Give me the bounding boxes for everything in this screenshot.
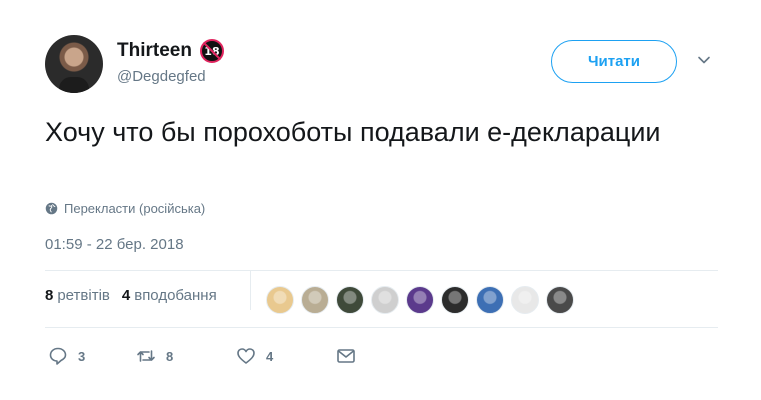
liker-avatar[interactable] xyxy=(301,286,329,314)
retweets-count: 8 xyxy=(45,287,54,304)
divider xyxy=(45,327,718,328)
age-18-badge-icon: 18 xyxy=(199,39,224,63)
avatar[interactable] xyxy=(45,35,103,93)
retweets-stat[interactable]: 8 ретвітів xyxy=(45,287,110,304)
reply-count: 3 xyxy=(78,348,86,364)
display-name[interactable]: Thirteen xyxy=(117,40,192,62)
liker-avatar[interactable] xyxy=(266,286,294,314)
divider xyxy=(45,270,718,271)
retweet-button[interactable]: 8 xyxy=(136,346,236,366)
liker-avatars xyxy=(266,286,581,314)
tweet-stats: 8 ретвітів 4 вподобання xyxy=(45,287,229,304)
liker-avatar[interactable] xyxy=(336,286,364,314)
likes-label: вподобання xyxy=(134,287,217,304)
chevron-down-icon[interactable] xyxy=(697,53,711,67)
translate-label[interactable]: Перекласти (російська) xyxy=(64,201,205,216)
stats-separator xyxy=(250,270,251,310)
author-handle[interactable]: @Degdegfed xyxy=(117,68,206,85)
tweet-timestamp[interactable]: 01:59 - 22 бер. 2018 xyxy=(45,236,184,253)
tweet-actions: 3 8 4 xyxy=(48,346,356,366)
reply-button[interactable]: 3 xyxy=(48,346,136,366)
liker-avatar[interactable] xyxy=(546,286,574,314)
author-name-row[interactable]: Thirteen 18 xyxy=(117,39,224,63)
liker-avatar[interactable] xyxy=(406,286,434,314)
liker-avatar[interactable] xyxy=(441,286,469,314)
translate-link[interactable]: Перекласти (російська) xyxy=(45,201,205,216)
like-button[interactable]: 4 xyxy=(236,346,336,366)
follow-button[interactable]: Читати xyxy=(551,40,677,83)
reply-icon xyxy=(49,347,67,365)
retweets-label: ретвітів xyxy=(57,287,110,304)
direct-message-button[interactable] xyxy=(336,346,356,366)
retweet-count: 8 xyxy=(166,348,174,364)
liker-avatar[interactable] xyxy=(511,286,539,314)
likes-count: 4 xyxy=(121,287,131,304)
heart-icon xyxy=(237,348,255,364)
retweet-icon xyxy=(137,350,155,362)
liker-avatar[interactable] xyxy=(371,286,399,314)
envelope-icon xyxy=(337,349,355,363)
likes-stat[interactable]: 4 вподобання xyxy=(122,287,217,304)
liker-avatar[interactable] xyxy=(476,286,504,314)
like-count: 4 xyxy=(266,348,274,364)
tweet-text: Хочу что бы порохоботы подавали е-деклар… xyxy=(45,117,661,147)
globe-icon xyxy=(45,202,58,215)
tweet-header: Thirteen 18 @Degdegfed Читати xyxy=(45,35,725,95)
